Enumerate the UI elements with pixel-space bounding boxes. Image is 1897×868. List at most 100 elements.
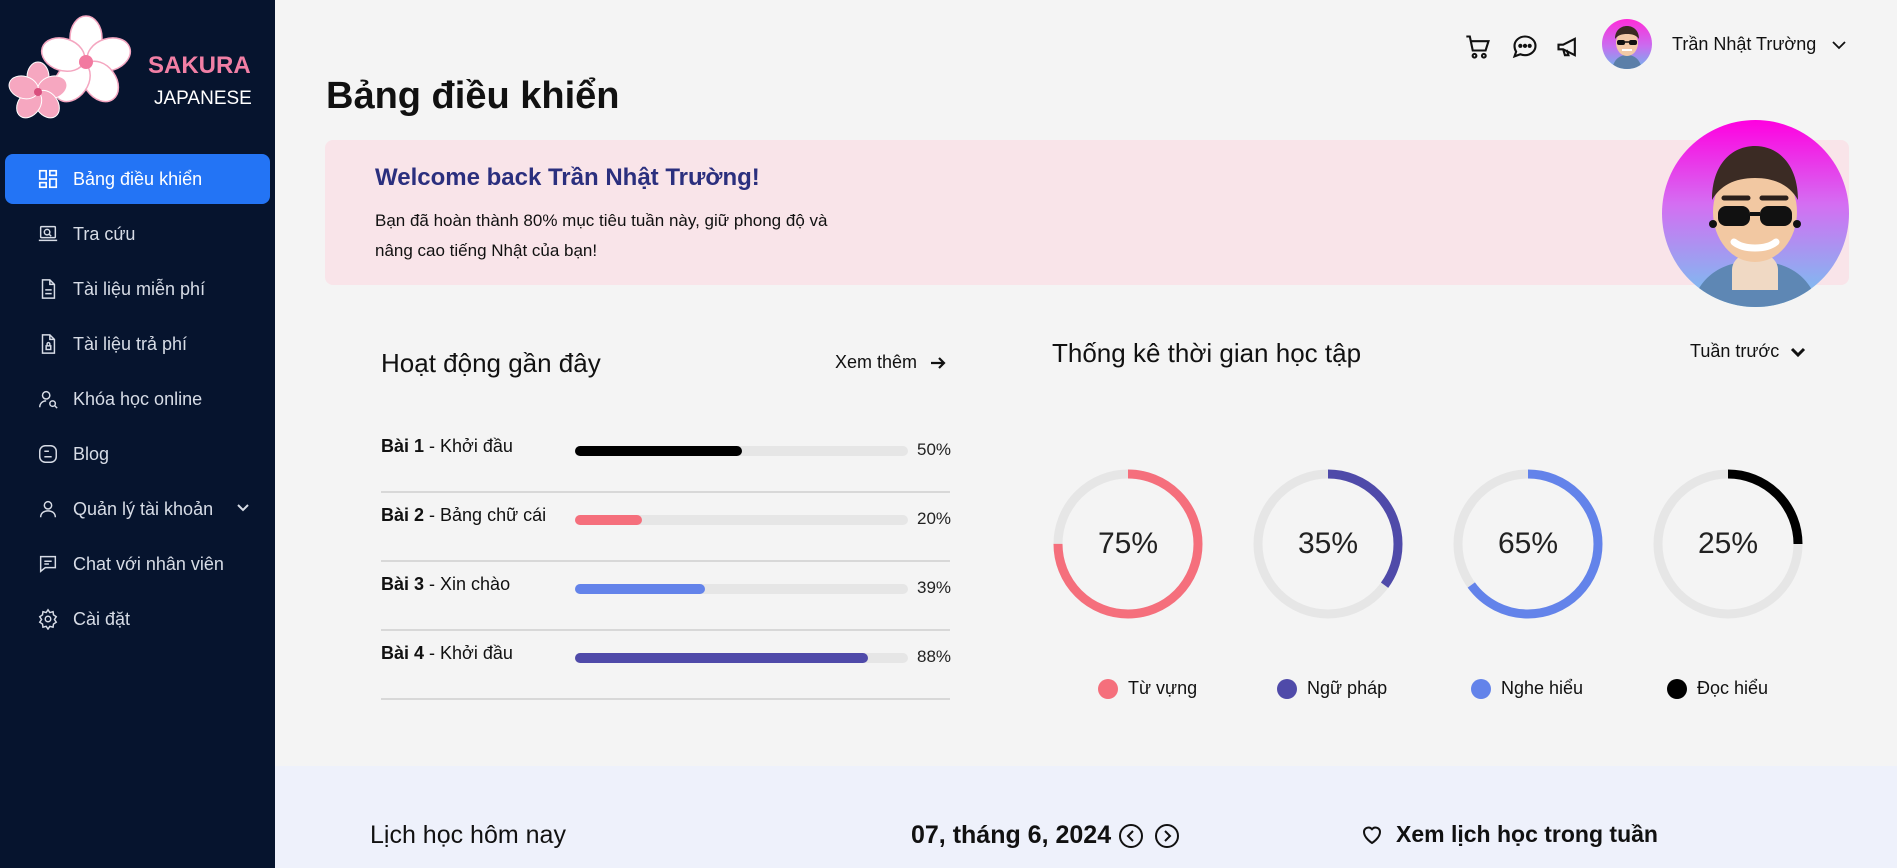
- chevron-right-icon: [1155, 824, 1179, 848]
- sidebar-item-label: Tài liệu trả phí: [73, 333, 188, 354]
- see-more-link[interactable]: Xem thêm: [835, 352, 947, 373]
- lesson-number: Bài 3: [381, 574, 425, 594]
- lesson-number: Bài 4: [381, 643, 425, 663]
- weekly-schedule-label: Xem lịch học trong tuần: [1396, 821, 1658, 847]
- chat-icon: [36, 552, 60, 576]
- schedule-date: 07, tháng 6, 2024: [911, 821, 1112, 849]
- donut-chart: 75%: [1050, 466, 1206, 622]
- lesson-progress-track: [575, 446, 908, 456]
- sidebar-item-lookup[interactable]: Tra cứu: [5, 209, 270, 259]
- lesson-row[interactable]: Bài 2 - Bảng chữ cái 20%: [381, 491, 952, 562]
- user-icon: [36, 497, 60, 521]
- sidebar-item-label: Chat với nhân viên: [73, 553, 224, 574]
- donut-percent: 35%: [1297, 527, 1359, 560]
- lesson-number: Bài 2: [381, 505, 425, 525]
- lesson-name: - Xin chào: [424, 574, 511, 594]
- lesson-percent: 20%: [917, 509, 952, 528]
- sidebar-item-label: Blog: [73, 443, 110, 464]
- settings-icon: [36, 607, 60, 631]
- donut-percent: 25%: [1697, 527, 1759, 560]
- lesson-row[interactable]: Bài 4 - Khởi đầu 88%: [381, 629, 952, 700]
- user-name[interactable]: Trần Nhật Trường: [1672, 34, 1816, 55]
- brand-subtitle: JAPANESE: [154, 88, 252, 109]
- lesson-row[interactable]: Bài 1 - Khởi đầu 50%: [381, 422, 951, 493]
- legend-item: Đọc hiểu: [1667, 678, 1768, 699]
- lesson-progress-fill: [575, 584, 705, 594]
- activity-title: Hoạt động gần đây: [381, 348, 601, 378]
- legend-item: Nghe hiểu: [1471, 678, 1583, 699]
- lesson-label: Bài 2 - Bảng chữ cái: [381, 505, 546, 526]
- welcome-banner: Welcome back Trần Nhật Trường! Bạn đã ho…: [325, 140, 1849, 285]
- sidebar-item-label: Tài liệu miễn phí: [73, 278, 206, 299]
- lesson-progress-fill: [575, 515, 642, 525]
- sidebar-item-online-courses[interactable]: Khóa học online: [5, 374, 270, 424]
- chevron-down-icon[interactable]: [236, 499, 250, 520]
- course-icon: [36, 387, 60, 411]
- lesson-progress-track: [575, 653, 908, 663]
- avatar-face-icon: [1612, 26, 1642, 69]
- sidebar-item-account[interactable]: Quản lý tài khoản: [5, 484, 270, 534]
- sidebar-item-label: Cài đặt: [73, 608, 131, 629]
- sidebar-item-free-documents[interactable]: Tài liệu miễn phí: [5, 264, 270, 314]
- sidebar-item-dashboard[interactable]: Bảng điều khiển: [5, 154, 270, 204]
- welcome-avatar: [1662, 120, 1849, 307]
- legend-dot: [1277, 678, 1297, 699]
- page-title: Bảng điều khiển: [326, 75, 620, 117]
- paid-document-icon: [36, 332, 60, 356]
- lesson-label: Bài 1 - Khởi đầu: [381, 436, 513, 457]
- legend-item: Từ vựng: [1098, 678, 1197, 699]
- lesson-percent: 88%: [917, 647, 952, 666]
- legend-dot: [1667, 678, 1687, 699]
- see-more-label: Xem thêm: [835, 352, 918, 372]
- chevron-left-icon: [1119, 824, 1143, 848]
- sidebar-item-label: Tra cứu: [73, 223, 136, 244]
- lesson-progress-fill: [575, 653, 869, 663]
- lesson-label: Bài 4 - Khởi đầu: [381, 643, 513, 664]
- sidebar-nav: Bảng điều khiển Tra cứu Tài liệu miễn ph…: [5, 154, 270, 649]
- lesson-progress-fill: [575, 446, 742, 456]
- logo[interactable]: SAKURA JAPANESE: [8, 12, 268, 127]
- sidebar-item-paid-documents[interactable]: Tài liệu trả phí: [5, 319, 270, 369]
- schedule-section: Lịch học hôm nay 07, tháng 6, 2024 Xem l…: [275, 766, 1897, 868]
- brand-name: SAKURA: [148, 52, 251, 79]
- donut-percent: 75%: [1097, 527, 1159, 560]
- next-day-button[interactable]: [1154, 823, 1180, 849]
- legend-item: Ngữ pháp: [1277, 678, 1387, 699]
- lesson-row[interactable]: Bài 3 - Xin chào 39%: [381, 560, 952, 631]
- chevron-down-icon: [1791, 347, 1806, 357]
- lookup-icon: [36, 222, 60, 246]
- lesson-percent: 39%: [917, 578, 952, 597]
- sidebar-item-settings[interactable]: Cài đặt: [5, 594, 270, 644]
- period-label: Tuần trước: [1690, 341, 1780, 361]
- legend-dot: [1471, 678, 1491, 699]
- schedule-title: Lịch học hôm nay: [370, 821, 566, 849]
- sidebar-item-label: Khóa học online: [73, 388, 203, 409]
- cart-icon[interactable]: [1463, 32, 1493, 62]
- welcome-title: Welcome back Trần Nhật Trường!: [375, 164, 760, 191]
- donut-chart: 35%: [1250, 466, 1406, 622]
- legend-label: Ngữ pháp: [1307, 678, 1388, 698]
- view-weekly-schedule-link[interactable]: Xem lịch học trong tuần: [1360, 821, 1658, 848]
- legend-dot: [1098, 678, 1118, 699]
- previous-day-button[interactable]: [1118, 823, 1144, 849]
- arrow-right-icon: [931, 356, 946, 369]
- donut-chart: 65%: [1450, 466, 1606, 622]
- sidebar-item-blog[interactable]: Blog: [5, 429, 270, 479]
- stats-title: Thống kê thời gian học tập: [1052, 338, 1362, 368]
- legend-label: Đọc hiểu: [1697, 678, 1769, 698]
- document-icon: [36, 277, 60, 301]
- legend-label: Nghe hiểu: [1501, 678, 1584, 698]
- lesson-name: - Khởi đầu: [424, 643, 513, 663]
- lesson-name: - Bảng chữ cái: [424, 505, 547, 525]
- heart-icon: [1362, 826, 1382, 844]
- announcement-icon[interactable]: [1554, 32, 1584, 62]
- sidebar: SAKURA JAPANESE Bảng điều khiển Tra cứu …: [0, 0, 275, 868]
- message-icon[interactable]: [1510, 32, 1540, 62]
- sidebar-item-chat[interactable]: Chat với nhân viên: [5, 539, 270, 589]
- sidebar-item-label: Quản lý tài khoản: [73, 498, 214, 519]
- avatar-illustration-icon: [1692, 146, 1818, 307]
- lesson-progress-track: [575, 584, 908, 594]
- chevron-down-icon[interactable]: [1830, 36, 1848, 59]
- user-avatar[interactable]: [1602, 19, 1652, 69]
- period-select[interactable]: Tuần trước: [1690, 341, 1807, 362]
